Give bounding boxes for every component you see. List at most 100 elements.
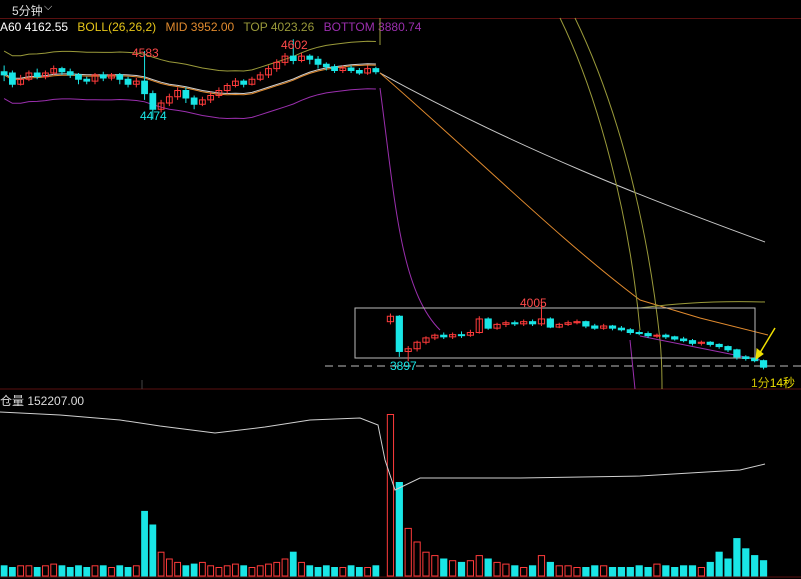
volume-bar xyxy=(653,563,661,577)
price-chart[interactable] xyxy=(0,0,801,579)
countdown-seconds: 14秒 xyxy=(769,376,796,390)
volume-legend: 仓量 152207.00 xyxy=(0,394,85,408)
candle-body xyxy=(457,334,466,337)
volume-bar xyxy=(457,561,466,577)
boll-bottom-right xyxy=(639,335,761,361)
volume-bar xyxy=(165,558,173,577)
volume-bar xyxy=(232,563,239,577)
candle-body xyxy=(484,318,492,329)
candle-body xyxy=(322,63,330,68)
volume-bar xyxy=(149,524,157,577)
volume-bar xyxy=(555,565,563,577)
volume-bar xyxy=(511,565,519,577)
volume-bar xyxy=(314,567,322,577)
candle-body xyxy=(141,80,148,95)
candle-body xyxy=(116,74,124,80)
volume-bar xyxy=(626,567,634,577)
volume-bar xyxy=(33,567,41,577)
volume-bar xyxy=(174,561,182,577)
volume-bar xyxy=(248,567,256,577)
candle-body xyxy=(653,334,661,337)
volume-bar xyxy=(215,567,223,577)
volume-bar xyxy=(364,567,371,577)
candle-body xyxy=(635,332,643,335)
volume-bar xyxy=(751,555,759,577)
volume-bar xyxy=(108,567,115,577)
volume-bar xyxy=(0,565,8,577)
candle-body xyxy=(528,321,537,325)
volume-bar xyxy=(50,563,58,577)
volume-bar xyxy=(617,567,626,577)
volume-bar xyxy=(608,567,617,577)
volume-bar xyxy=(355,567,363,577)
candle-body xyxy=(733,349,741,358)
volume-bar xyxy=(573,567,581,577)
candle-body xyxy=(671,336,679,340)
candle-body xyxy=(306,55,314,60)
open-interest-line xyxy=(0,411,766,491)
volume-bar xyxy=(141,510,148,577)
volume-bar xyxy=(679,565,688,577)
volume-bar xyxy=(537,555,546,577)
candle-body xyxy=(706,341,714,345)
countdown-minutes: 1分 xyxy=(751,376,770,390)
candle-body xyxy=(759,360,768,368)
volume-bar xyxy=(339,567,347,577)
volume-bar xyxy=(298,561,305,577)
candle-body xyxy=(582,321,590,327)
volume-bar xyxy=(83,567,91,577)
volume-bar xyxy=(182,565,190,577)
volume-bar xyxy=(281,558,289,577)
candle-body xyxy=(289,55,297,61)
candle-body xyxy=(33,72,41,78)
volume-bar xyxy=(124,567,132,577)
volume-bar xyxy=(475,555,483,577)
volume-bar xyxy=(759,560,768,577)
volume-bar xyxy=(742,548,750,577)
candle-body xyxy=(742,356,750,359)
volume-bar xyxy=(671,567,679,577)
candle-body xyxy=(355,70,363,74)
selection-box xyxy=(354,307,756,359)
volume-bar xyxy=(66,567,74,577)
candle-body xyxy=(372,68,380,73)
volume-bar xyxy=(644,567,652,577)
volume-bar xyxy=(546,561,554,577)
candle-body xyxy=(662,334,670,338)
volume-bar xyxy=(99,565,107,577)
volume-bar xyxy=(306,565,314,577)
ma-transition-line xyxy=(379,72,766,243)
candle-body xyxy=(591,325,599,329)
candle-body xyxy=(688,340,697,344)
volume-bar xyxy=(75,565,82,577)
candle-body xyxy=(240,80,248,85)
volume-bar xyxy=(449,560,457,577)
candle-body xyxy=(644,333,652,337)
volume-bar xyxy=(404,527,412,577)
candle-body xyxy=(347,67,355,71)
candle-body xyxy=(395,315,403,352)
candle-body xyxy=(190,97,198,105)
volume-bar xyxy=(116,565,124,577)
volume-bar xyxy=(256,565,264,577)
volume-bar xyxy=(17,565,25,577)
volume-bar xyxy=(591,565,599,577)
volume-bar xyxy=(528,565,537,577)
candle-body xyxy=(83,78,91,82)
volume-bar xyxy=(223,565,231,577)
high-label-right: 4005 xyxy=(520,296,547,310)
boll-top-right xyxy=(639,301,766,309)
volume-bar xyxy=(58,565,66,577)
volume-bar xyxy=(724,558,732,577)
volume-bar xyxy=(502,563,510,577)
volume-bar xyxy=(733,538,741,577)
volume-bar xyxy=(493,561,501,577)
volume-bar xyxy=(395,482,403,577)
volume-bar xyxy=(322,565,330,577)
boll-top-line-left xyxy=(3,40,376,72)
volume-bar xyxy=(440,558,448,577)
volume-bar xyxy=(582,567,590,577)
volume-bar xyxy=(386,414,395,577)
high-label-left: 4583 xyxy=(132,46,159,60)
candle-body xyxy=(608,325,617,329)
